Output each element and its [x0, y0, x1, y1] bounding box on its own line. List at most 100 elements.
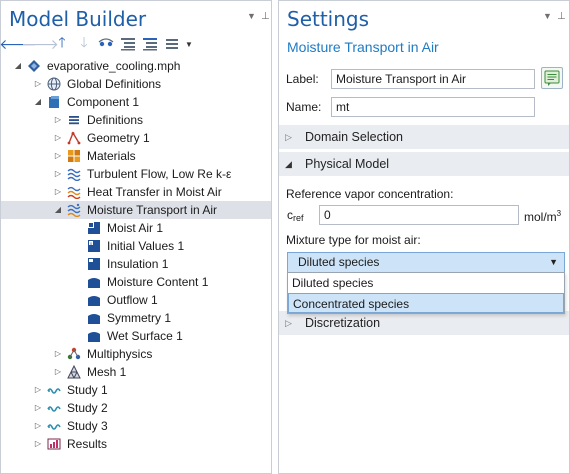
tree-node[interactable]: 0 Initial Values 1 [1, 237, 271, 255]
model-tree: ◢ evaporative_cooling.mph ▷ Global Definiti… [1, 57, 271, 453]
expanded-caret-icon[interactable]: ◢ [53, 201, 63, 219]
tree-node[interactable]: ◢ Component 1 [1, 93, 271, 111]
mixture-type-select[interactable]: Diluted species ▼ [287, 252, 565, 273]
settings-header: Settings ▼ ⊥ [279, 1, 569, 37]
mesh-icon [67, 365, 81, 379]
tree-node[interactable]: ▷ Geometry 1 [1, 129, 271, 147]
ref-vapor-label: Reference vapor concentration: [286, 187, 454, 201]
tree-node-label: Global Definitions [67, 77, 162, 91]
expand-all-icon[interactable] [139, 35, 161, 53]
geometry-icon [67, 131, 81, 145]
tree-node[interactable]: ▷ Results [1, 435, 271, 453]
tree-node[interactable]: Wet Surface 1 [1, 327, 271, 345]
globe-icon [47, 77, 61, 91]
tree-node[interactable]: ◢ Moisture Transport in Air [1, 201, 271, 219]
dropdown-option-concentrated[interactable]: Concentrated species [288, 293, 564, 313]
tree-node[interactable]: ▷ Multiphysics [1, 345, 271, 363]
mixture-type-value: Diluted species [298, 255, 380, 269]
tree-node-label: Component 1 [67, 95, 140, 109]
name-input[interactable]: mt [331, 97, 535, 117]
collapsed-caret-icon[interactable]: ▷ [33, 417, 43, 435]
collapsed-caret-icon[interactable]: ▷ [53, 165, 63, 183]
collapsed-caret-icon[interactable]: ▷ [53, 111, 63, 129]
tree-node[interactable]: ▷ Mesh 1 [1, 363, 271, 381]
model-builder-header: Model Builder ▼ ⊥ [1, 1, 271, 37]
moist-air-icon [87, 221, 101, 235]
tree-node[interactable]: ◢ evaporative_cooling.mph [1, 57, 271, 75]
tree-node-label: Moisture Content 1 [107, 275, 209, 289]
moisture-transport-icon [67, 203, 81, 217]
tree-node[interactable]: Outflow 1 [1, 291, 271, 309]
collapsed-caret-icon[interactable]: ▷ [33, 75, 43, 93]
moisture-content-icon [87, 275, 101, 289]
tree-node[interactable]: ▷ Study 2 [1, 399, 271, 417]
tree-node[interactable]: ▷ Turbulent Flow, Low Re k-ε [1, 165, 271, 183]
insulation-icon [87, 257, 101, 271]
move-up-icon[interactable]: 🡑 [51, 34, 73, 53]
multiphysics-icon [67, 347, 81, 361]
tree-node[interactable]: ▷ Heat Transfer in Moist Air [1, 183, 271, 201]
expanded-caret-icon[interactable]: ◢ [33, 93, 43, 111]
tree-node[interactable]: Symmetry 1 [1, 309, 271, 327]
tree-node-label: Turbulent Flow, Low Re k-ε [87, 167, 232, 181]
results-icon [47, 437, 61, 451]
settings-title: Settings [287, 7, 370, 31]
tree-node[interactable]: ▷ Materials [1, 147, 271, 165]
tree-node-label: Outflow 1 [107, 293, 158, 307]
tree-node[interactable]: ▷ Global Definitions [1, 75, 271, 93]
collapsed-caret-icon[interactable]: ▷ [33, 435, 43, 453]
tree-node[interactable]: Insulation 1 [1, 255, 271, 273]
section-discretization[interactable]: ▷ Discretization [279, 311, 569, 335]
collapsed-caret-icon[interactable]: ▷ [33, 381, 43, 399]
tree-node-label: Results [67, 437, 108, 451]
collapsed-caret-icon[interactable]: ▷ [53, 183, 63, 201]
initial-values-icon: 0 [87, 239, 101, 253]
expanded-caret-icon[interactable]: ◢ [13, 57, 23, 75]
cref-symbol: cref [287, 208, 304, 223]
section-domain-selection[interactable]: ▷ Domain Selection [279, 125, 569, 149]
collapse-all-icon[interactable] [117, 35, 139, 53]
mixture-type-label: Mixture type for moist air: [286, 233, 421, 247]
materials-icon [67, 149, 81, 163]
cref-unit: mol/m3 [524, 209, 562, 224]
tree-node[interactable]: ▷ Definitions [1, 111, 271, 129]
dropdown-option-diluted[interactable]: Diluted species [288, 273, 564, 293]
settings-panel: Settings ▼ ⊥ Moisture Transport in Air L… [278, 0, 570, 474]
mixture-type-dropdown: Diluted species Concentrated species [287, 272, 565, 314]
minimize-menu-icon[interactable]: ▼ [247, 11, 256, 21]
tree-node[interactable]: ▷ Study 3 [1, 417, 271, 435]
tree-node-label: Multiphysics [87, 347, 153, 361]
tree-node[interactable]: ▷ Study 1 [1, 381, 271, 399]
tree-node-label: Symmetry 1 [107, 311, 172, 325]
notes-icon [544, 70, 560, 86]
heat-transfer-icon [67, 185, 81, 199]
tree-node-label: Mesh 1 [87, 365, 127, 379]
tree-node[interactable]: Moist Air 1 [1, 219, 271, 237]
label-input[interactable]: Moisture Transport in Air [331, 69, 535, 89]
collapsed-caret-icon[interactable]: ▷ [53, 129, 63, 147]
view-options-icon[interactable] [161, 35, 183, 53]
minimize-menu-icon[interactable]: ▼ [543, 11, 552, 21]
pin-icon[interactable]: ⊥ [261, 11, 270, 22]
show-icon[interactable] [95, 35, 117, 53]
settings-subtitle: Moisture Transport in Air [287, 39, 439, 55]
section-physical-model[interactable]: ◢ Physical Model [279, 152, 569, 176]
collapsed-caret-icon[interactable]: ▷ [33, 399, 43, 417]
model-builder-toolbar: 🡐 🡒 🡑 🡓 ▼ [0, 34, 195, 53]
view-options-dropdown-icon[interactable]: ▼ [183, 35, 195, 53]
component-icon [47, 95, 61, 109]
notes-button[interactable] [541, 67, 563, 89]
cref-input[interactable]: 0 [319, 205, 519, 225]
pin-icon[interactable]: ⊥ [557, 11, 566, 22]
tree-node-label: Study 1 [67, 383, 108, 397]
forward-arrow-icon[interactable]: 🡒 [21, 35, 59, 53]
move-down-icon[interactable]: 🡓 [73, 34, 95, 53]
collapsed-caret-icon[interactable]: ▷ [53, 363, 63, 381]
model-builder-panel: Model Builder ▼ ⊥ 🡐 🡒 🡑 🡓 ▼ ◢ evaporative… [0, 0, 272, 474]
tree-node[interactable]: Moisture Content 1 [1, 273, 271, 291]
tree-node-label: Study 2 [67, 401, 108, 415]
tree-node-label: Wet Surface 1 [107, 329, 183, 343]
collapsed-caret-icon[interactable]: ▷ [53, 345, 63, 363]
collapsed-caret-icon[interactable]: ▷ [53, 147, 63, 165]
study-icon [47, 383, 61, 397]
